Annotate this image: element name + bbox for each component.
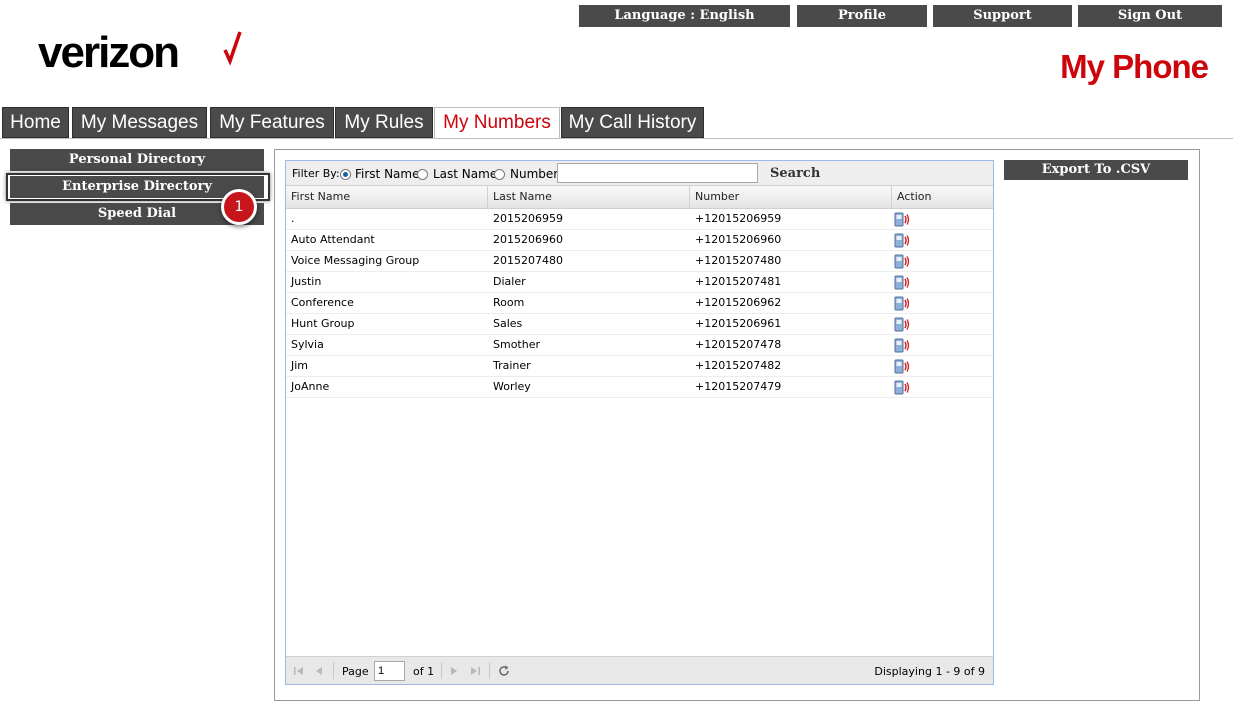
table-row[interactable]: Voice Messaging Group 2015207480 +12015207… (286, 251, 993, 272)
table-body: . 2015206959 +12015206959 Auto Attendant 201… (286, 209, 993, 398)
verizon-check-icon (223, 31, 242, 66)
app-title: My Phone (1060, 48, 1209, 85)
page-label: Page (342, 665, 369, 678)
filter-bar: Filter By: First Name Last Name Number S… (286, 161, 993, 186)
profile-button[interactable]: Profile (797, 5, 927, 27)
cell-last: 2015207480 (493, 254, 563, 267)
search-button[interactable]: Search (770, 166, 820, 181)
last-page-icon[interactable] (468, 664, 482, 678)
call-phone-icon[interactable] (894, 212, 910, 227)
export-csv-button[interactable]: Export To .CSV (1004, 160, 1188, 180)
tab-divider (0, 138, 1233, 139)
table-row[interactable]: Conference Room +12015206962 (286, 293, 993, 314)
cell-number: +12015206959 (695, 212, 782, 225)
column-header-last-name[interactable]: Last Name (488, 186, 690, 209)
call-phone-icon[interactable] (894, 338, 910, 353)
cell-first: JoAnne (291, 380, 330, 393)
column-header-first-name[interactable]: First Name (286, 186, 488, 209)
sign-out-button[interactable]: Sign Out (1078, 5, 1222, 27)
table-row[interactable]: Sylvia Smother +12015207478 (286, 335, 993, 356)
call-phone-icon[interactable] (894, 317, 910, 332)
number-radio-label: Number (510, 167, 559, 181)
filter-label: Filter By: (292, 167, 340, 180)
enterprise-directory-grid: Filter By: First Name Last Name Number S… (285, 160, 994, 685)
previous-page-icon[interactable] (312, 664, 326, 678)
tab-my-messages[interactable]: My Messages (72, 107, 207, 138)
table-row[interactable]: . 2015206959 +12015206959 (286, 209, 993, 230)
cell-first: Justin (291, 275, 322, 288)
tab-my-features[interactable]: My Features (210, 107, 334, 138)
tab-my-rules[interactable]: My Rules (335, 107, 433, 138)
cell-last: 2015206960 (493, 233, 563, 246)
displaying-count: Displaying 1 - 9 of 9 (874, 665, 985, 678)
first-page-icon[interactable] (292, 664, 306, 678)
cell-first: Auto Attendant (291, 233, 375, 246)
cell-last: Trainer (493, 359, 531, 372)
cell-first: Jim (291, 359, 309, 372)
cell-last: Room (493, 296, 525, 309)
cell-first: Conference (291, 296, 354, 309)
cell-last: Sales (493, 317, 523, 330)
pagination-bar: Page of 1 Displaying 1 - 9 of 9 (286, 656, 993, 684)
cell-last: Worley (493, 380, 531, 393)
cell-number: +12015207478 (695, 338, 782, 351)
tab-home[interactable]: Home (2, 107, 69, 138)
cell-number: +12015207479 (695, 380, 782, 393)
tab-my-numbers[interactable]: My Numbers (434, 107, 560, 139)
cell-number: +12015206961 (695, 317, 782, 330)
call-phone-icon[interactable] (894, 233, 910, 248)
call-phone-icon[interactable] (894, 275, 910, 290)
table-row[interactable]: Jim Trainer +12015207482 (286, 356, 993, 377)
cell-first: Voice Messaging Group (291, 254, 420, 267)
next-page-icon[interactable] (447, 664, 461, 678)
pager-separator (441, 662, 442, 679)
column-header-number[interactable]: Number (690, 186, 892, 209)
cell-last: Dialer (493, 275, 526, 288)
page-number-input[interactable] (374, 661, 405, 681)
call-phone-icon[interactable] (894, 380, 910, 395)
language-button[interactable]: Language : English (579, 5, 790, 27)
column-header-action: Action (897, 190, 932, 203)
verizon-logo: verizon (38, 28, 180, 77)
cell-number: +12015207481 (695, 275, 782, 288)
last-name-radio-label: Last Name (433, 167, 498, 181)
cell-first: . (291, 212, 295, 225)
last-name-radio[interactable] (417, 169, 428, 180)
pager-separator (489, 662, 490, 679)
cell-first: Hunt Group (291, 317, 355, 330)
callout-badge: 1 (221, 189, 257, 225)
table-row[interactable]: Justin Dialer +12015207481 (286, 272, 993, 293)
table-row[interactable]: Hunt Group Sales +12015206961 (286, 314, 993, 335)
call-phone-icon[interactable] (894, 254, 910, 269)
table-row[interactable]: JoAnne Worley +12015207479 (286, 377, 993, 398)
table-row[interactable]: Auto Attendant 2015206960 +12015206960 (286, 230, 993, 251)
page-count-label: of 1 (413, 665, 435, 678)
first-name-radio-label: First Name (355, 167, 420, 181)
tab-my-call-history[interactable]: My Call History (561, 107, 704, 138)
cell-number: +12015207482 (695, 359, 782, 372)
sidebar-item-personal-directory[interactable]: Personal Directory (10, 149, 264, 171)
cell-first: Sylvia (291, 338, 324, 351)
cell-number: +12015206962 (695, 296, 782, 309)
cell-number: +12015206960 (695, 233, 782, 246)
call-phone-icon[interactable] (894, 359, 910, 374)
support-button[interactable]: Support (933, 5, 1072, 27)
cell-number: +12015207480 (695, 254, 782, 267)
table-header: First Name Last Name Number Action (286, 186, 993, 209)
number-radio[interactable] (494, 169, 505, 180)
call-phone-icon[interactable] (894, 296, 910, 311)
first-name-radio[interactable] (340, 169, 351, 180)
pager-separator (333, 662, 334, 679)
refresh-icon[interactable] (497, 664, 511, 678)
search-input[interactable] (557, 163, 758, 183)
cell-last: 2015206959 (493, 212, 563, 225)
cell-last: Smother (493, 338, 541, 351)
